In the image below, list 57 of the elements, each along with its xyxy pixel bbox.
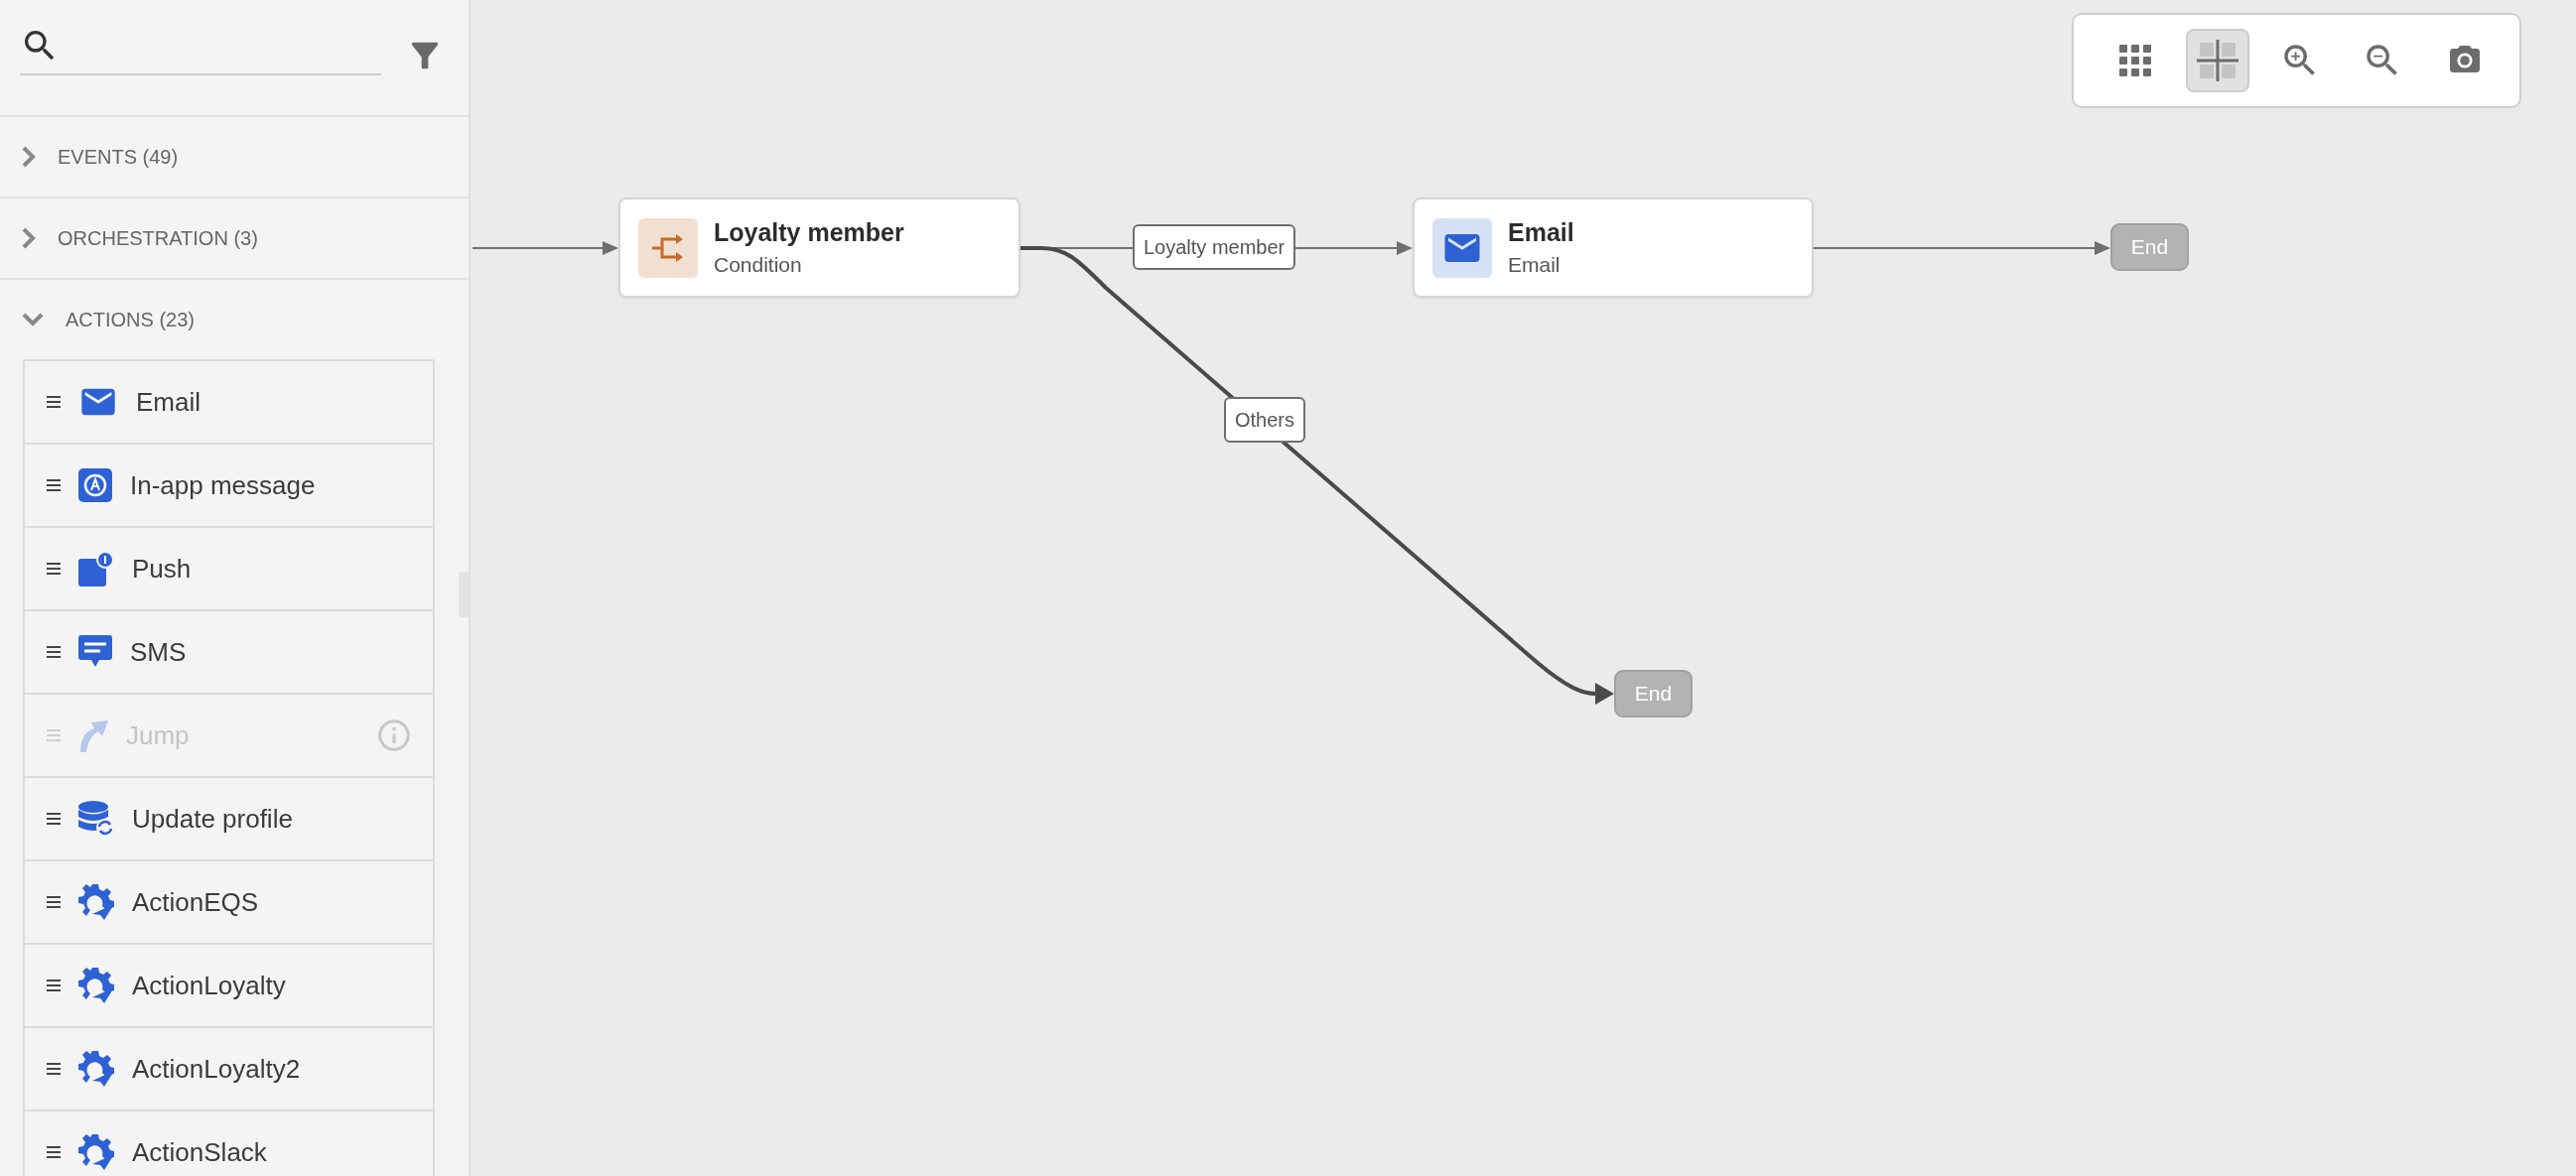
chevron-right-icon [22, 227, 36, 249]
drag-handle-icon[interactable] [47, 1063, 61, 1075]
action-item[interactable]: Update profile [23, 778, 435, 861]
section-title: EVENTS (49) [58, 145, 179, 169]
branch-icon [652, 233, 684, 262]
branch-label: Loyalty member [1133, 224, 1296, 270]
action-item[interactable]: Push [23, 528, 435, 611]
section-header[interactable]: ACTIONS (23) [0, 280, 469, 359]
gear-icon [78, 1134, 114, 1170]
drag-handle-icon[interactable] [47, 563, 61, 575]
condition-node[interactable]: Loyalty member Condition [618, 197, 1020, 298]
drag-handle-icon[interactable] [47, 396, 61, 408]
node-title: Loyalty member [714, 218, 904, 247]
gear-icon [78, 968, 114, 1003]
drag-handle-icon[interactable] [47, 896, 61, 908]
grid-icon [2119, 45, 2151, 76]
node-subtitle: Email [1508, 253, 1561, 277]
section-header[interactable]: EVENTS (49) [0, 117, 469, 198]
action-item[interactable]: ActionLoyalty [23, 945, 435, 1028]
action-item[interactable]: In-app message [23, 445, 435, 528]
action-label: Push [132, 553, 193, 585]
database-sync-icon [78, 801, 114, 837]
notification-icon [78, 551, 114, 587]
action-label: ActionEQS [132, 886, 260, 918]
action-label: ActionSlack [132, 1136, 268, 1168]
action-label: Email [136, 386, 202, 418]
message-icon [78, 468, 112, 502]
action-item[interactable]: Email [23, 361, 435, 445]
chat-bubble-icon [78, 635, 112, 669]
action-label: ActionLoyalty [132, 970, 287, 1001]
gear-icon [78, 1051, 114, 1087]
action-label: Update profile [132, 803, 294, 835]
branch-label: Others [1224, 397, 1306, 443]
section-title: ACTIONS (23) [66, 308, 196, 331]
action-item[interactable]: ActionSlack [23, 1111, 435, 1176]
email-node[interactable]: Email Email [1413, 197, 1814, 298]
node-title: Email [1508, 218, 1574, 247]
action-item[interactable]: ActionEQS [23, 861, 435, 945]
action-item[interactable]: ActionLoyalty2 [23, 1028, 435, 1111]
node-subtitle: Condition [714, 253, 803, 277]
action-label: SMS [130, 636, 188, 668]
section-header[interactable]: ORCHESTRATION (3) [0, 198, 469, 280]
drag-handle-icon[interactable] [47, 646, 61, 658]
section-title: ORCHESTRATION (3) [58, 226, 258, 250]
action-label: In-app message [130, 469, 317, 501]
drag-handle-icon[interactable] [47, 980, 61, 991]
drag-handle-icon[interactable] [47, 813, 61, 825]
drag-handle-icon[interactable] [47, 1146, 61, 1158]
chevron-down-icon [22, 313, 44, 327]
curved-arrow-icon [78, 719, 108, 752]
fit-button[interactable] [2186, 29, 2249, 92]
drag-handle-icon[interactable] [47, 479, 61, 491]
action-label: ActionLoyalty2 [132, 1053, 302, 1085]
chevron-right-icon [22, 146, 36, 168]
gear-icon [78, 884, 114, 920]
action-item[interactable]: SMS [23, 611, 435, 695]
crosshair-icon [2197, 40, 2238, 81]
